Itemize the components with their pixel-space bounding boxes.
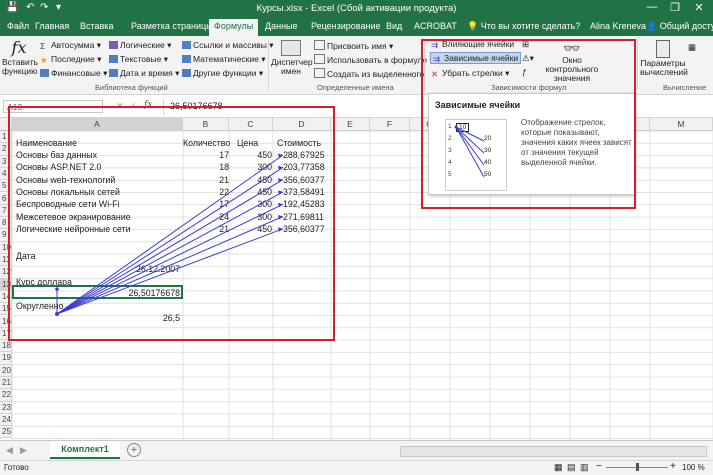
window-title: Курсы.xlsx - Excel (Сбой активации проду…: [256, 3, 457, 14]
tag-icon: [281, 40, 301, 56]
grid-icon: [314, 68, 325, 78]
user-name[interactable]: Alina Kreneva: [590, 21, 646, 31]
tell-me-search[interactable]: 💡 Что вы хотите сделать?: [467, 21, 580, 32]
calculator-icon: [656, 40, 670, 58]
book-icon: [182, 69, 191, 77]
calculation-options-button[interactable]: Параметры вычислений: [640, 40, 688, 77]
sheet-tab-komplekt1[interactable]: Комплект1: [50, 441, 120, 459]
minimize-button[interactable]: —: [641, 1, 663, 13]
highlight-table: [8, 106, 335, 341]
ribbon-separator: [637, 39, 638, 90]
tab-insert[interactable]: Вставка: [80, 21, 113, 31]
close-button[interactable]: ✕: [688, 1, 710, 14]
page-break-icon[interactable]: ▥: [580, 462, 589, 473]
highlight-audit-group: [421, 39, 636, 209]
prev-sheet-icon[interactable]: ◀: [6, 445, 13, 456]
book-icon: [109, 69, 118, 77]
tab-page-layout[interactable]: Разметка страницы: [131, 21, 213, 31]
tab-home[interactable]: Главная: [35, 21, 69, 31]
more-functions-button[interactable]: Другие функции ▾: [182, 68, 263, 79]
lookup-functions-button[interactable]: Ссылки и массивы ▾: [182, 40, 273, 51]
add-sheet-button[interactable]: +: [127, 443, 141, 457]
insert-function-button[interactable]: fx Вставить функцию: [2, 38, 38, 76]
autosum-button[interactable]: Σ Автосумма ▾: [40, 40, 101, 51]
fx-icon: fx: [11, 38, 27, 57]
sheet-tab-bar: ◀ ▶ Комплект1 +: [0, 440, 713, 461]
zoom-level[interactable]: 100 %: [682, 463, 705, 472]
book-icon: [182, 55, 191, 63]
tab-data[interactable]: Данные: [265, 21, 298, 31]
status-bar: Готово ▦ ▤ ▥ − + 100 %: [0, 460, 713, 475]
book-icon: [109, 41, 118, 49]
zoom-in-button[interactable]: +: [670, 461, 676, 472]
ribbon-separator: [268, 39, 269, 90]
book-icon: [109, 55, 118, 63]
define-name-button[interactable]: Присвоить имя ▾: [314, 40, 393, 52]
group-label-calc: Вычисление: [663, 83, 707, 92]
restore-button[interactable]: ❐: [664, 1, 686, 14]
logical-functions-button[interactable]: Логические ▾: [109, 40, 171, 51]
book-icon: [40, 69, 49, 77]
normal-view-icon[interactable]: ▦: [554, 462, 563, 473]
text-functions-button[interactable]: Текстовые ▾: [109, 54, 168, 65]
page-layout-icon[interactable]: ▤: [567, 462, 576, 473]
zoom-slider-thumb[interactable]: [636, 463, 639, 471]
group-label-names: Определенные имена: [317, 83, 394, 92]
calculate-now-icon[interactable]: ▦: [688, 42, 696, 53]
star-icon: ★: [40, 55, 48, 65]
name-manager-button[interactable]: Диспетчер имен: [271, 40, 313, 76]
status-ready: Готово: [4, 463, 29, 472]
tab-review[interactable]: Рецензирование: [311, 21, 381, 31]
formula-icon: [314, 54, 325, 64]
create-from-selection-button[interactable]: Создать из выделенного: [314, 68, 424, 79]
zoom-out-button[interactable]: −: [596, 461, 602, 472]
use-in-formula-button[interactable]: Использовать в формуле ▾: [314, 54, 434, 66]
title-bar: 💾 ↶ ↷ ▾ Курсы.xlsx - Excel (Сбой активац…: [0, 0, 713, 18]
tab-acrobat[interactable]: ACROBAT: [414, 21, 457, 31]
financial-functions-button[interactable]: Финансовые ▾: [40, 68, 107, 79]
tab-view[interactable]: Вид: [386, 21, 402, 31]
horizontal-scrollbar[interactable]: [400, 446, 707, 457]
share-button[interactable]: 👤 Общий доступ: [646, 21, 713, 32]
group-label-library: Библиотека функций: [95, 83, 168, 92]
tab-formulas[interactable]: Формулы: [209, 19, 259, 36]
tag-icon: [314, 40, 325, 50]
tab-file[interactable]: Файл: [7, 21, 29, 31]
recent-functions-button[interactable]: ★ Последние ▾: [40, 54, 101, 65]
math-functions-button[interactable]: Математические ▾: [182, 54, 266, 65]
next-sheet-icon[interactable]: ▶: [20, 445, 27, 456]
lightbulb-icon: 💡: [467, 21, 481, 31]
person-icon: 👤: [646, 21, 660, 31]
book-icon: [182, 41, 191, 49]
ribbon-tabs: Файл Главная Вставка Разметка страницы Ф…: [0, 18, 713, 36]
sigma-icon: Σ: [40, 41, 46, 51]
datetime-functions-button[interactable]: Дата и время ▾: [109, 68, 179, 79]
